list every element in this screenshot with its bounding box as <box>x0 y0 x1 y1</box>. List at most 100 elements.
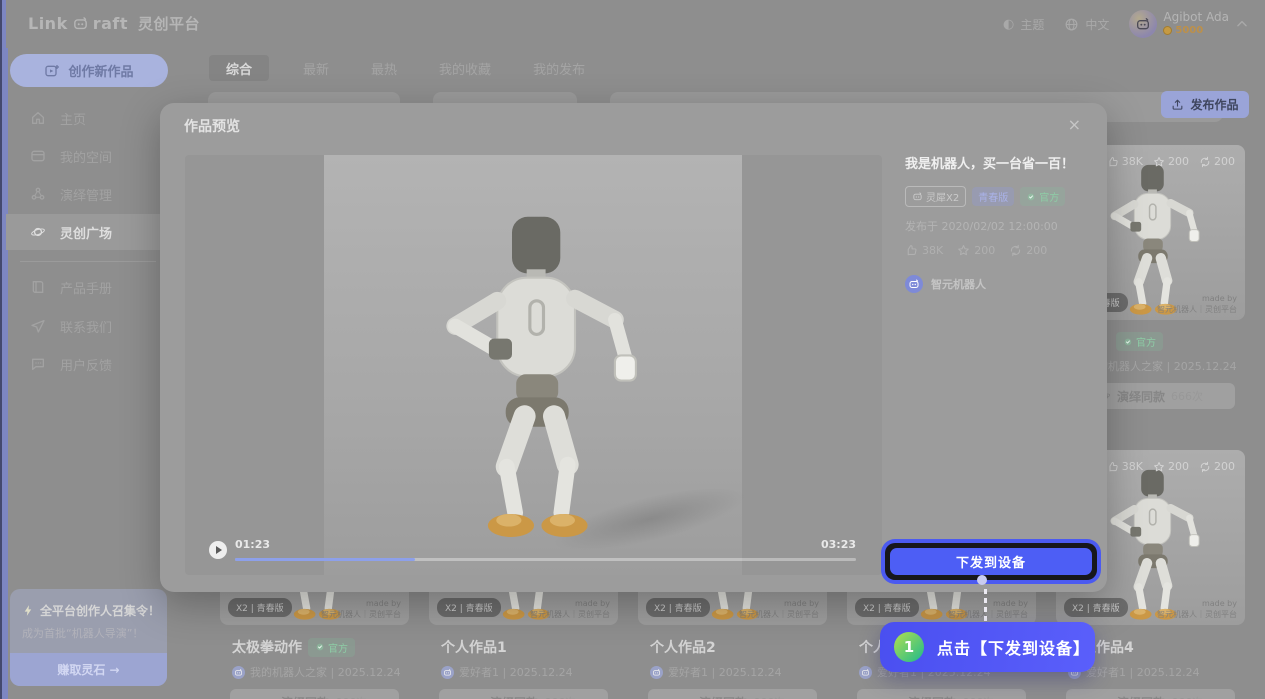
connector-dashed-line <box>984 589 987 622</box>
promo-card: 全平台创作人召集令！ 成为首批“机器人导演”！ 赚取灵石 → <box>10 589 167 686</box>
coin-icon <box>1163 26 1172 35</box>
send-to-device-button[interactable]: 下发到设备 <box>890 548 1092 575</box>
logo-text-suffix: raft <box>93 14 128 33</box>
theme-toggle[interactable]: ◐ 主题 <box>1003 16 1044 33</box>
header-right-cluster: ◐ 主题 中文 Agibot Ada 5000 <box>1003 0 1249 48</box>
watermark: made by智元机器人｜灵创平台 <box>1157 599 1237 620</box>
star-icon <box>1153 461 1165 473</box>
sidebar-item-plaza[interactable]: 灵创广场 <box>6 214 172 250</box>
card-stats: 38K 200 200 <box>1107 460 1235 473</box>
sidebar-item-contact[interactable]: 联系我们 <box>6 308 172 344</box>
card-title-row: 个人作品2 <box>650 637 827 657</box>
planet-icon <box>471 696 484 699</box>
sidebar-item-label: 我的空间 <box>60 147 112 166</box>
user-meta: Agibot Ada 5000 <box>1163 11 1229 36</box>
play-icon <box>216 546 222 554</box>
thumbs-up-icon[interactable] <box>905 244 918 257</box>
sidebar-item-home[interactable]: 主页 <box>6 100 172 136</box>
watermark: made by智元机器人｜灵创平台 <box>948 599 1028 620</box>
official-badge-icon <box>1123 337 1133 347</box>
close-icon[interactable]: × <box>1068 115 1081 134</box>
sidebar-item-performance[interactable]: 演绎管理 <box>6 176 172 212</box>
tab-my-posts[interactable]: 我的发布 <box>525 55 593 81</box>
sidebar-item-manual[interactable]: 产品手册 <box>6 269 172 305</box>
promo-subtitle: 成为首批“机器人导演”！ <box>22 625 167 641</box>
app-root: Link raft 灵创平台 ◐ 主题 中文 Agibot Ada <box>0 0 1265 699</box>
earn-gems-button[interactable]: 赚取灵石 → <box>10 653 167 686</box>
share-icon <box>1199 461 1211 473</box>
promo-title: 全平台创作人召集令！ <box>40 602 160 619</box>
upload-icon <box>1171 98 1184 111</box>
video-player: 01:23 03:23 <box>185 155 882 575</box>
card-author: 爱好者1 | 2025.12.24 <box>1068 664 1245 680</box>
watermark: made by智元机器人｜灵创平台 <box>321 599 401 620</box>
tab-hottest[interactable]: 最热 <box>363 55 405 81</box>
home-icon <box>30 110 46 126</box>
model-badge: X2 | 青春版 <box>437 598 501 617</box>
create-icon <box>44 63 60 79</box>
planet-icon <box>30 224 46 240</box>
theme-icon: ◐ <box>1003 17 1014 32</box>
author-avatar <box>859 666 872 679</box>
language-label: 中文 <box>1085 16 1109 33</box>
app-logo: Link raft 灵创平台 <box>28 13 200 34</box>
work-detail-panel: 我是机器人，买一台省一百！ 灵犀X2 青春版 官方 发布于 2020/02/02… <box>905 153 1091 293</box>
watermark: made by智元机器人｜灵创平台 <box>739 599 819 620</box>
edition-tag: 青春版 <box>972 187 1014 206</box>
official-badge-icon <box>1026 192 1036 202</box>
replay-same-button[interactable]: 演绎同款666次 <box>648 689 817 699</box>
robot-video-figure <box>407 200 659 557</box>
model-badge: X2 | 青春版 <box>855 598 919 617</box>
model-badge: X2 | 青春版 <box>228 598 292 617</box>
tutorial-tooltip: 1 点击【下发到设备】 <box>880 622 1095 672</box>
user-menu[interactable]: Agibot Ada 5000 <box>1129 10 1249 38</box>
step-number-badge: 1 <box>894 632 924 662</box>
chevron-up-icon[interactable] <box>1235 17 1249 31</box>
replay-same-button[interactable]: 演绎同款666次 <box>439 689 608 699</box>
work-author-row: 智元机器人 <box>905 275 1091 293</box>
replay-same-button[interactable]: 演绎同款666次 <box>857 689 1026 699</box>
work-title: 我是机器人，买一台省一百！ <box>905 153 1091 172</box>
thumbs-up-icon <box>1107 461 1119 473</box>
paper-plane-icon <box>30 318 46 334</box>
sidebar: 创作新作品 主页 我的空间 演绎管理 灵创广场 产品手册 联系我们 <box>6 48 176 699</box>
model-tag: 灵犀X2 <box>905 186 966 207</box>
share-icon[interactable] <box>1009 244 1022 257</box>
author-avatar <box>905 275 923 293</box>
sidebar-item-feedback[interactable]: 用户反馈 <box>6 346 172 382</box>
work-preview-modal: 作品预览 × 01:23 03:23 我是机器人，买一台省一百！ 灵犀X <box>160 103 1107 592</box>
language-switcher[interactable]: 中文 <box>1064 16 1109 33</box>
work-tags: 灵犀X2 青春版 官方 <box>905 186 1091 207</box>
video-frame <box>324 155 742 575</box>
planet-icon <box>889 696 902 699</box>
card-title-row: 个人作品1 <box>441 637 618 657</box>
card-title-row: 太极拳动作 官方 <box>232 637 409 657</box>
top-header: Link raft 灵创平台 ◐ 主题 中文 Agibot Ada <box>6 0 1265 48</box>
current-time: 01:23 <box>235 538 270 551</box>
user-coins: 5000 <box>1163 25 1229 37</box>
tab-favorites[interactable]: 我的收藏 <box>431 55 499 81</box>
tab-newest[interactable]: 最新 <box>295 55 337 81</box>
highlight-outer-ring: 下发到设备 <box>881 539 1101 584</box>
watermark: made by智元机器人｜灵创平台 <box>530 599 610 620</box>
my-space-icon <box>30 148 46 164</box>
replay-same-button[interactable]: 演绎同款666次 <box>230 689 399 699</box>
planet-icon <box>262 696 275 699</box>
tab-comprehensive[interactable]: 综合 <box>209 55 269 81</box>
official-badge: 官方 <box>1116 332 1163 351</box>
feed-tabs: 综合 最新 最热 我的收藏 我的发布 <box>209 55 593 81</box>
modal-title: 作品预览 <box>184 116 240 136</box>
star-icon[interactable] <box>957 244 970 257</box>
create-work-button[interactable]: 创作新作品 <box>10 54 168 87</box>
play-button[interactable] <box>209 541 227 559</box>
sidebar-item-my-space[interactable]: 我的空间 <box>6 138 172 174</box>
user-name: Agibot Ada <box>1163 11 1229 25</box>
official-tag: 官方 <box>1020 187 1065 206</box>
sidebar-item-label: 用户反馈 <box>60 355 112 374</box>
publish-work-button[interactable]: 发布作品 <box>1161 91 1249 118</box>
official-badge: 官方 <box>308 638 355 657</box>
progress-bar[interactable] <box>235 558 856 561</box>
replay-same-button[interactable]: 演绎同款666次 <box>1066 689 1235 699</box>
performance-nodes-icon <box>30 186 46 202</box>
model-badge: X2 | 青春版 <box>646 598 710 617</box>
